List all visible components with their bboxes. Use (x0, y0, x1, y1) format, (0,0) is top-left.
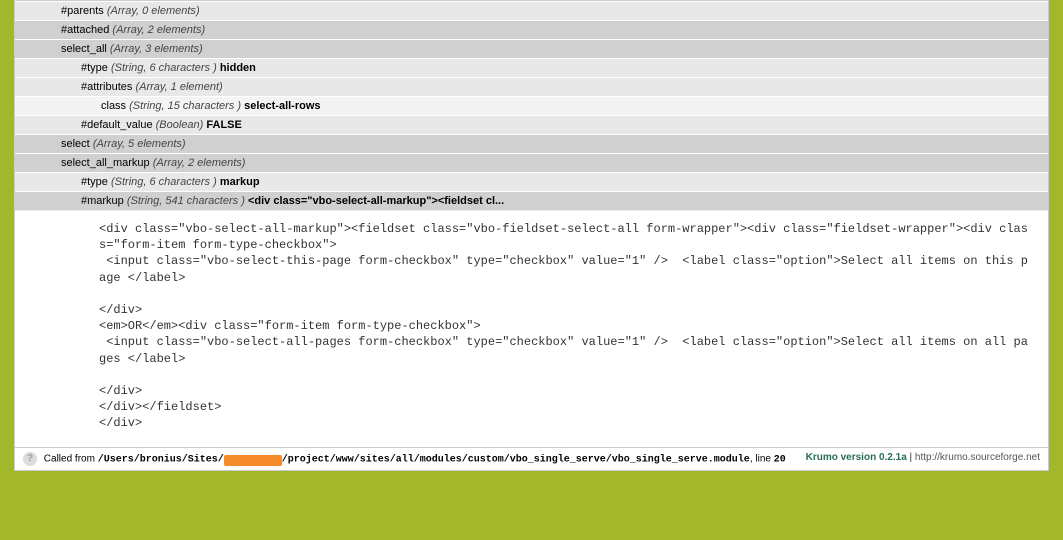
node-select[interactable]: select (Array, 5 elements) (15, 134, 1048, 153)
node-sam-type[interactable]: #type (String, 6 characters ) markup (15, 172, 1048, 191)
node-select-all-type[interactable]: #type (String, 6 characters ) hidden (15, 58, 1048, 77)
node-default-value[interactable]: #default_value (Boolean) FALSE (15, 115, 1048, 134)
markup-body: <div class="vbo-select-all-markup"><fiel… (15, 210, 1048, 447)
node-select-all[interactable]: select_all (Array, 3 elements) (15, 39, 1048, 58)
node-parents[interactable]: #parents (Array, 0 elements) (15, 1, 1048, 20)
help-icon[interactable]: ? (23, 452, 37, 466)
node-attached[interactable]: #attached (Array, 2 elements) (15, 20, 1048, 39)
krumo-footer: Krumo version 0.2.1a | http://krumo.sour… (15, 447, 1048, 470)
krumo-link[interactable]: http://krumo.sourceforge.net (915, 452, 1040, 463)
krumo-version-label: Krumo version 0.2.1a (806, 452, 907, 463)
node-select-all-markup[interactable]: select_all_markup (Array, 2 elements) (15, 153, 1048, 172)
node-attributes-class[interactable]: class (String, 15 characters ) select-al… (15, 96, 1048, 115)
node-select-all-attributes[interactable]: #attributes (Array, 1 element) (15, 77, 1048, 96)
node-sam-markup[interactable]: #markup (String, 541 characters ) <div c… (15, 191, 1048, 210)
